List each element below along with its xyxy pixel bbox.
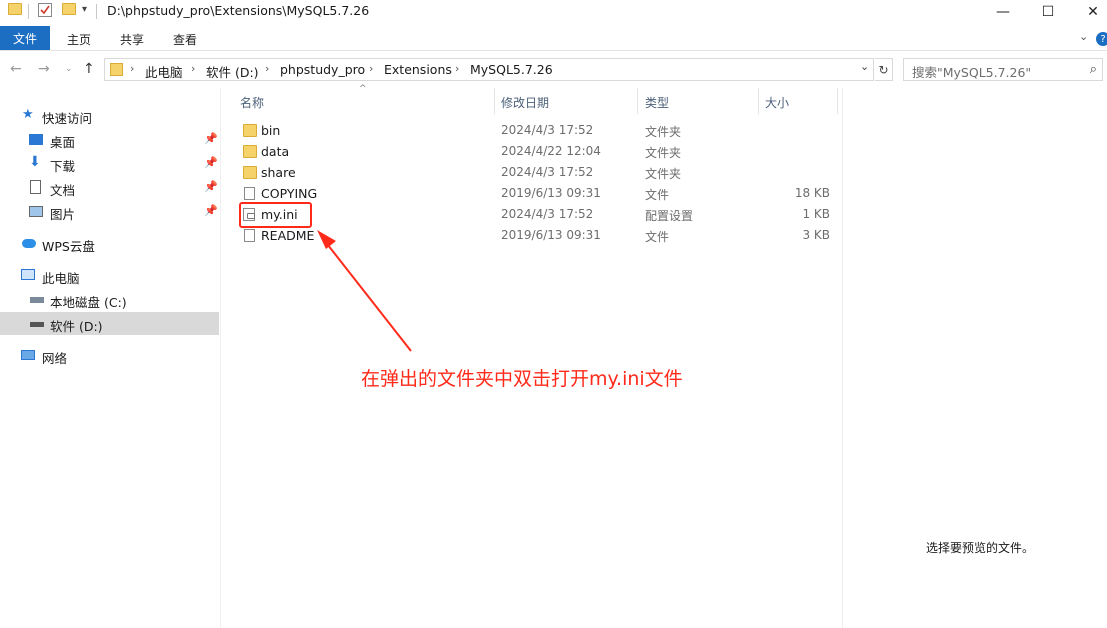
preview-empty-message: 选择要预览的文件。 <box>926 541 1035 555</box>
annotation-text: 在弹出的文件夹中双击打开my.ini文件 <box>361 368 683 390</box>
annotation-arrow <box>317 230 412 352</box>
preview-pane-divider[interactable] <box>842 88 843 628</box>
